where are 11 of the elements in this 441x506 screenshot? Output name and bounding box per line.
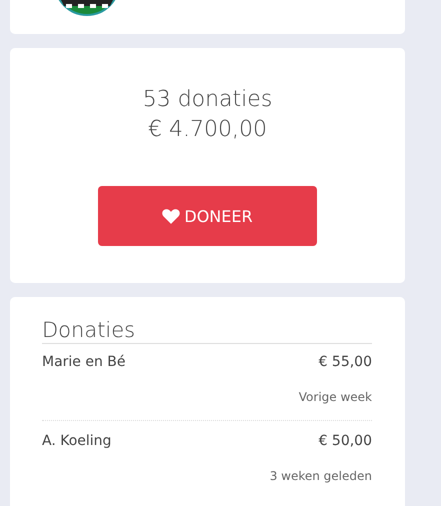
donation-amount: € 50,00	[318, 433, 372, 449]
donate-button[interactable]: DONEER	[98, 186, 317, 246]
donor-name: Marie en Bé	[42, 354, 126, 370]
donation-time: Vorige week	[298, 390, 372, 404]
donation-amount: € 55,00	[318, 354, 372, 370]
donor-name: A. Koeling	[42, 433, 112, 449]
section-title: Donaties	[42, 317, 372, 344]
donation-count: 53 donaties	[142, 86, 272, 114]
donation-time: 3 weken geleden	[270, 469, 372, 483]
donation-total: € 4.700,00	[148, 116, 267, 144]
heart-icon	[162, 208, 180, 224]
